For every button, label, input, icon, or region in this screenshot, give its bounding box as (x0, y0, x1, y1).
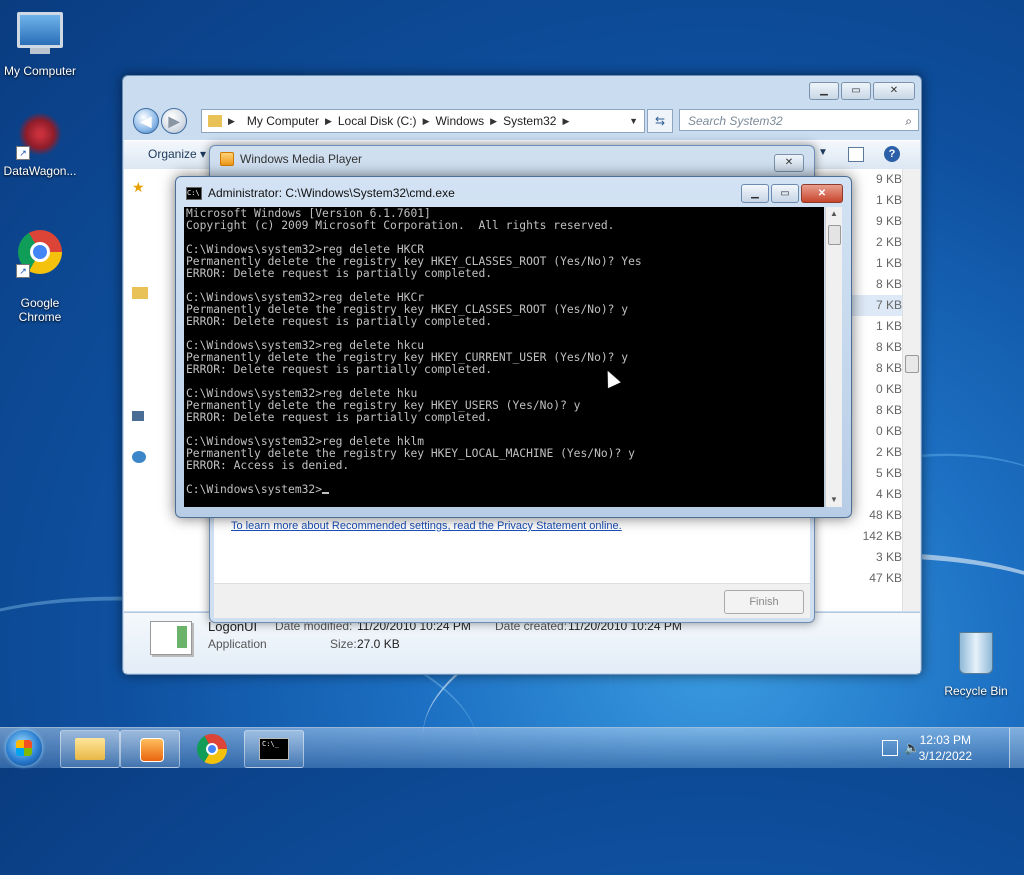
organize-button[interactable]: Organize ▾ (148, 147, 206, 161)
console-output: Microsoft Windows [Version 6.1.7601] Cop… (186, 207, 642, 496)
search-icon[interactable]: ⌕ (905, 110, 912, 132)
folder-icon (208, 115, 222, 127)
clock-time: 12:03 PM (919, 733, 971, 747)
breadcrumb-separator[interactable]: ▶ (222, 116, 241, 127)
cmd-title: Administrator: C:\Windows\System32\cmd.e… (208, 186, 455, 200)
application-icon (150, 621, 192, 655)
show-desktop-button[interactable] (1009, 728, 1024, 768)
cmd-icon: C:\ (186, 186, 202, 200)
scrollbar-thumb[interactable] (905, 355, 919, 373)
file-list-scrollbar[interactable] (902, 169, 920, 611)
taskbar-cmd-button[interactable]: C:\_ (244, 730, 304, 768)
window-controls: ▁ ▭ ✕ (741, 184, 843, 203)
refresh-icon[interactable]: ⇆ (647, 109, 673, 133)
forward-button[interactable]: ▶ (161, 108, 187, 134)
breadcrumb-windows[interactable]: Windows (429, 114, 490, 128)
start-orb-icon (16, 740, 32, 756)
desktop-icon-datawagon[interactable]: ↗ DataWagon... (0, 112, 80, 178)
folder-icon (75, 738, 105, 760)
size-value: 27.0 KB (357, 637, 400, 651)
favorites-star-icon[interactable]: ★ (132, 179, 150, 195)
scrollbar-thumb[interactable] (828, 225, 841, 245)
taskbar-chrome-button[interactable] (182, 730, 242, 768)
desktop-icon-recycle-bin[interactable]: Recycle Bin (936, 630, 1016, 698)
desktop-icon-label: DataWagon... (3, 164, 77, 178)
breadcrumb-separator[interactable]: ▶ (423, 116, 430, 127)
maximize-button[interactable]: ▭ (841, 82, 871, 100)
file-size: 3 KB (875, 550, 902, 564)
clock-date: 3/12/2022 (918, 749, 972, 763)
dialog-footer (214, 583, 810, 618)
privacy-statement-link[interactable]: To learn more about Recommended settings… (231, 520, 622, 532)
cmd-window[interactable]: C:\ Administrator: C:\Windows\System32\c… (175, 176, 852, 518)
close-button[interactable]: ✕ (801, 184, 843, 203)
organize-label: Organize (148, 147, 197, 161)
recycle-bin-icon (952, 632, 1000, 680)
close-button[interactable]: ✕ (873, 82, 915, 100)
maximize-button[interactable]: ▭ (771, 184, 799, 203)
console-scrollbar[interactable]: ▲ ▼ (825, 207, 842, 507)
file-size: 142 KB (862, 529, 902, 543)
minimize-button[interactable]: ▁ (741, 184, 769, 203)
taskbar-explorer-button[interactable] (60, 730, 120, 768)
scroll-up-icon[interactable]: ▲ (826, 207, 842, 221)
window-controls: ▁ ▭ ✕ (809, 82, 915, 100)
minimize-button[interactable]: ▁ (809, 82, 839, 100)
cmd-titlebar: C:\ Administrator: C:\Windows\System32\c… (186, 186, 455, 200)
view-dropdown-icon[interactable]: ▼ (818, 147, 828, 158)
finish-button[interactable]: Finish (724, 590, 804, 614)
clock[interactable]: 12:03 PM 3/12/2022 (919, 732, 972, 764)
breadcrumb-separator[interactable]: ▶ (325, 116, 332, 127)
computer-icon (16, 12, 64, 60)
chrome-icon (197, 734, 227, 764)
network-nav-icon[interactable] (132, 451, 146, 463)
media-player-title: Windows Media Player (240, 152, 363, 166)
taskbar-media-player-button[interactable] (120, 730, 180, 768)
desktop-icon-my-computer[interactable]: My Computer (0, 8, 80, 78)
address-bar[interactable]: ▶ My Computer ▶ Local Disk (C:) ▶ Window… (201, 109, 645, 133)
cmd-icon: C:\_ (259, 738, 289, 760)
breadcrumb-separator[interactable]: ▶ (562, 116, 569, 127)
preview-pane-icon[interactable] (848, 147, 864, 162)
media-player-icon (220, 152, 234, 166)
text-cursor (322, 492, 330, 494)
console-output-area[interactable]: Microsoft Windows [Version 6.1.7601] Cop… (184, 207, 824, 507)
details-file-type: Application (208, 637, 267, 651)
breadcrumb-separator[interactable]: ▶ (490, 116, 497, 127)
address-bar-row: ◀ ▶ ▶ My Computer ▶ Local Disk (C:) ▶ Wi… (131, 106, 919, 134)
breadcrumb-my-computer[interactable]: My Computer (241, 114, 325, 128)
address-dropdown-icon[interactable]: ▼ (629, 116, 638, 126)
scroll-down-icon[interactable]: ▼ (826, 493, 842, 507)
taskbar: C:\_ 🔈 12:03 PM 3/12/2022 (0, 727, 1024, 768)
desktop-icon-chrome[interactable]: ↗ Google Chrome (0, 216, 80, 338)
media-player-icon (140, 738, 164, 762)
help-icon[interactable]: ? (884, 146, 900, 162)
datawagon-icon: ↗ (16, 112, 64, 160)
libraries-icon[interactable] (132, 287, 148, 299)
breadcrumb-system32[interactable]: System32 (497, 114, 562, 128)
desktop-icon-label: My Computer (3, 64, 77, 78)
close-button[interactable]: ✕ (774, 154, 804, 172)
chrome-icon: ↗ (16, 230, 64, 278)
search-input[interactable]: Search System32 ⌕ (679, 109, 919, 131)
size-label: Size: (330, 637, 357, 651)
network-icon[interactable] (882, 740, 898, 756)
file-size: 47 KB (869, 571, 902, 585)
breadcrumb-local-disk[interactable]: Local Disk (C:) (332, 114, 423, 128)
desktop-icon-label: Google Chrome (18, 296, 62, 324)
back-button[interactable]: ◀ (133, 108, 159, 134)
start-button[interactable] (6, 730, 42, 766)
desktop-icon-label: Recycle Bin (944, 684, 1008, 698)
computer-nav-icon[interactable] (132, 411, 144, 421)
media-player-titlebar: Windows Media Player (220, 152, 362, 166)
search-placeholder: Search System32 (688, 114, 783, 128)
